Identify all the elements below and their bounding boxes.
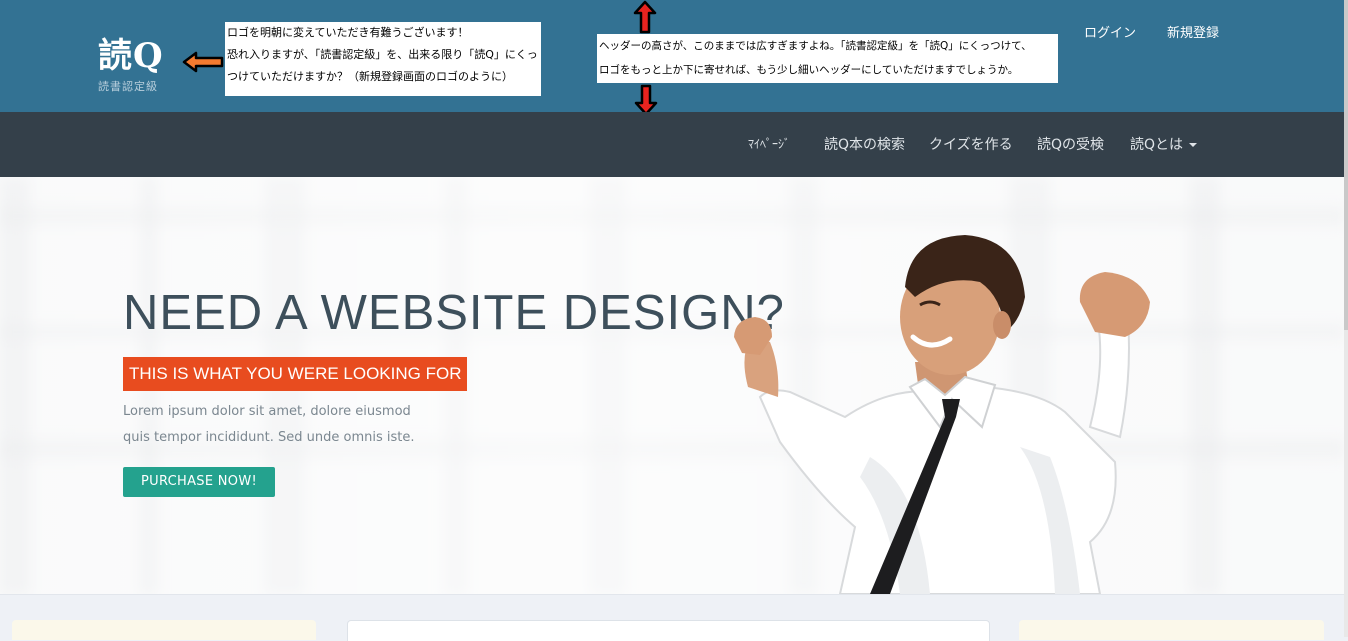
- nav-item-create-quiz[interactable]: クイズを作る: [929, 134, 1013, 154]
- logo-feedback-note: ロゴを明朝に変えていただき有難うございます！ 恐れ入りますが、「読書認定級」を、…: [225, 22, 541, 96]
- nav-item-book-search[interactable]: 読Q本の検索: [824, 134, 905, 154]
- caret-down-icon: [1189, 143, 1198, 147]
- nav-item-about-label: 読Qとは: [1130, 137, 1184, 153]
- site-logo-subtitle: 読書認定級: [98, 80, 158, 93]
- hero-text-line: quis tempor incididunt. Sed unde omnis i…: [123, 430, 415, 445]
- header-note-line: ロゴをもっと上か下に寄せれば、もう少し細いヘッダーにしていただけますでしょうか。: [599, 64, 1019, 76]
- logo-note-line: つけていただけますか？（新規登録画面のロゴのように）: [227, 70, 513, 83]
- content-panel-left: [12, 620, 316, 640]
- hero-tagline: THIS IS WHAT YOU WERE LOOKING FOR: [123, 357, 468, 391]
- content-panel-right: [1019, 620, 1324, 640]
- purchase-now-button[interactable]: PURCHASE NOW!: [123, 467, 275, 497]
- red-up-arrow-icon: [633, 0, 657, 34]
- hero-text-line: Lorem ipsum dolor sit amet, dolore eiusm…: [123, 404, 411, 419]
- top-header: 読Q 読書認定級 ログイン 新規登録 ロゴを明朝に変えていただき有難うございます…: [0, 0, 1344, 116]
- header-feedback-note: ヘッダーの高さが、このままでは広すぎますよね。「読書認定級」を「読Q」にくっつけ…: [597, 34, 1058, 83]
- logo-note-line: ロゴを明朝に変えていただき有難うございます！: [227, 26, 469, 39]
- register-link[interactable]: 新規登録: [1167, 22, 1219, 41]
- main-navbar: ﾏｲﾍﾟｰｼﾞ 読Q本の検索 クイズを作る 読Qの受検 読Qとは: [0, 112, 1344, 177]
- login-link[interactable]: ログイン: [1084, 22, 1136, 41]
- nav-item-take-exam[interactable]: 読Qの受検: [1037, 134, 1104, 154]
- header-note-line: ヘッダーの高さが、このままでは広すぎますよね。「読書認定級」を「読Q」にくっつけ…: [599, 40, 1032, 52]
- page-scrollbar-thumb[interactable]: [1344, 0, 1348, 330]
- logo-note-line: 恐れ入りますが、「読書認定級」を、出来る限り「読Q」にくっ: [227, 48, 538, 61]
- hero-description: Lorem ipsum dolor sit amet, dolore eiusm…: [123, 399, 423, 451]
- hero-title: NEED A WEBSITE DESIGN?: [123, 286, 785, 340]
- nav-item-mypage[interactable]: ﾏｲﾍﾟｰｼﾞ: [748, 135, 790, 152]
- celebrating-man-image: [734, 235, 1150, 594]
- site-logo[interactable]: 読Q: [98, 28, 164, 77]
- nav-item-about[interactable]: 読Qとは: [1130, 134, 1198, 154]
- content-panel-center: [347, 620, 990, 641]
- hero-section: NEED A WEBSITE DESIGN? THIS IS WHAT YOU …: [0, 177, 1344, 594]
- orange-left-arrow-icon: [182, 51, 224, 73]
